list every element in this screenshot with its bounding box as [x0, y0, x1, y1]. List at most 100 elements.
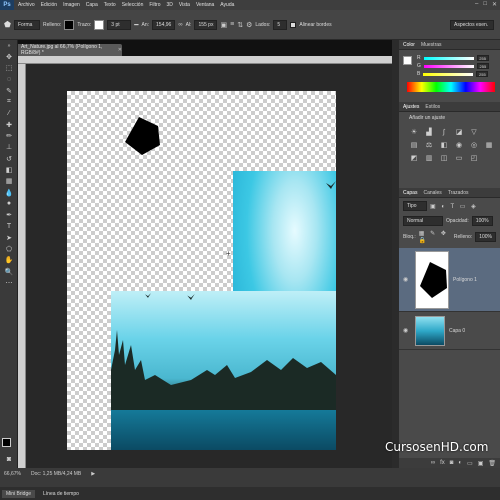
lock-icons[interactable]: ▦ ✎ ✥ 🔒 [419, 230, 451, 244]
exposure-icon[interactable]: ◪ [454, 127, 464, 137]
eraser-tool-icon[interactable]: ◧ [0, 164, 18, 175]
gear-icon[interactable]: ⚙ [246, 21, 252, 29]
link-icon[interactable]: ∞ [178, 22, 182, 28]
menu-ventana[interactable]: Ventana [196, 2, 214, 8]
tab-mini-bridge[interactable]: Mini Bridge [2, 489, 36, 498]
fill-swatch[interactable] [64, 19, 75, 30]
menu-imagen[interactable]: Imagen [63, 2, 80, 8]
vibrance-icon[interactable]: ▽ [469, 127, 479, 137]
blend-mode-select[interactable]: Normal [403, 216, 443, 226]
path-ops-icon[interactable]: ▣ [220, 21, 227, 29]
mode-select[interactable]: Forma [13, 19, 40, 30]
posterize-icon[interactable]: ▥ [424, 153, 434, 163]
align-edges-checkbox[interactable] [290, 21, 297, 28]
gradient-map-icon[interactable]: ▭ [454, 153, 464, 163]
eyedropper-icon[interactable]: ⁄ [0, 108, 18, 119]
dodge-tool-icon[interactable]: ● [0, 198, 18, 209]
black-white-icon[interactable]: ◧ [439, 140, 449, 150]
layer-name[interactable]: Polígono 1 [453, 277, 477, 283]
color-spectrum[interactable] [407, 82, 495, 92]
fg-swatch[interactable] [403, 56, 412, 65]
pen-tool-icon[interactable]: ✒ [0, 209, 18, 220]
red-slider[interactable] [423, 56, 474, 60]
fill-field[interactable]: 100% [475, 232, 496, 242]
brush-tool-icon[interactable]: ✏ [0, 130, 18, 141]
maximize-icon[interactable]: □ [483, 1, 487, 8]
blue-value[interactable]: 255 [476, 71, 489, 77]
menu-3d[interactable]: 3D [167, 2, 173, 8]
blue-slider[interactable] [423, 72, 474, 76]
width-field[interactable]: 154,96 [152, 19, 176, 30]
crop-tool-icon[interactable]: ⌗ [0, 96, 18, 107]
menu-filtro[interactable]: Filtro [149, 2, 160, 8]
tab-ajustes[interactable]: Ajustes [403, 104, 419, 110]
layer-name[interactable]: Capa 0 [449, 328, 465, 334]
channel-mixer-icon[interactable]: ◎ [469, 140, 479, 150]
lasso-tool-icon[interactable]: ◌ [0, 74, 18, 85]
document-canvas[interactable]: + [67, 91, 336, 450]
trash-icon[interactable]: 🗑 [488, 460, 496, 467]
red-value[interactable]: 255 [476, 55, 489, 61]
document-tab[interactable]: Art_Nature.jpg al 66,7% (Polígono 1, RGB… [18, 44, 122, 56]
stroke-type-icon[interactable]: ━ [134, 21, 138, 29]
clone-stamp-icon[interactable]: ⊥ [0, 142, 18, 153]
brightness-icon[interactable]: ☀ [409, 127, 419, 137]
zoom-level[interactable]: 66,67% [4, 471, 21, 477]
eye-icon[interactable]: ◉ [403, 327, 411, 334]
menu-texto[interactable]: Texto [104, 2, 116, 8]
zoom-tool-icon[interactable]: 🔍 [0, 266, 18, 277]
history-brush-icon[interactable]: ↺ [0, 153, 18, 164]
tab-capas[interactable]: Capas [403, 190, 417, 196]
quick-mask-icon[interactable]: ◙ [0, 454, 18, 465]
path-select-icon[interactable]: ➤ [0, 232, 18, 243]
shape-tool-icon[interactable]: ⬠ [0, 243, 18, 254]
hue-saturation-icon[interactable]: ▤ [409, 140, 419, 150]
collapse-icon[interactable]: » [0, 40, 18, 51]
tab-timeline[interactable]: Línea de tiempo [39, 490, 83, 498]
menu-ayuda[interactable]: Ayuda [220, 2, 234, 8]
minimize-icon[interactable]: – [475, 1, 478, 8]
marquee-tool-icon[interactable]: ⬚ [0, 63, 18, 74]
photo-filter-icon[interactable]: ◉ [454, 140, 464, 150]
mask-icon[interactable]: ◙ [450, 460, 454, 466]
shape-tool-icon[interactable]: ⬟ [4, 20, 11, 29]
group-icon[interactable]: ▭ [467, 460, 473, 467]
fx-icon[interactable]: fx [440, 460, 445, 466]
gradient-tool-icon[interactable]: ▦ [0, 176, 18, 187]
green-value[interactable]: 255 [476, 63, 489, 69]
eye-icon[interactable]: ◉ [403, 276, 411, 283]
type-tool-icon[interactable]: T [0, 221, 18, 232]
curves-icon[interactable]: ∫ [439, 127, 449, 137]
invert-icon[interactable]: ◩ [409, 153, 419, 163]
color-balance-icon[interactable]: ⚖ [424, 140, 434, 150]
adjustment-layer-icon[interactable]: ◐ [458, 460, 462, 466]
path-arrange-icon[interactable]: ⇅ [237, 21, 243, 29]
menu-capa[interactable]: Capa [86, 2, 98, 8]
color-lookup-icon[interactable]: ▦ [484, 140, 494, 150]
menu-vista[interactable]: Vista [179, 2, 190, 8]
sides-field[interactable]: 5 [273, 19, 288, 30]
selective-color-icon[interactable]: ◰ [469, 153, 479, 163]
status-arrow-icon[interactable]: ▶ [91, 471, 95, 477]
menu-archivo[interactable]: Archivo [18, 2, 35, 8]
polygon-shape[interactable] [123, 117, 163, 157]
levels-icon[interactable]: ▟ [424, 127, 434, 137]
quick-select-icon[interactable]: ✎ [0, 85, 18, 96]
layer-row[interactable]: ◉ Polígono 1 [399, 248, 500, 312]
blur-tool-icon[interactable]: 💧 [0, 187, 18, 198]
healing-brush-icon[interactable]: ✚ [0, 119, 18, 130]
tab-canales[interactable]: Canales [423, 190, 441, 196]
close-icon[interactable]: ✕ [492, 1, 497, 8]
new-layer-icon[interactable]: ▣ [478, 460, 484, 467]
more-tools-icon[interactable]: ⋯ [0, 277, 18, 288]
tab-muestras[interactable]: Muestras [421, 42, 442, 48]
threshold-icon[interactable]: ◫ [439, 153, 449, 163]
tab-color[interactable]: Color [403, 42, 415, 48]
layer-row[interactable]: ◉ Capa 0 [399, 312, 500, 350]
tab-estilos[interactable]: Estilos [425, 104, 440, 110]
stroke-width-field[interactable]: 3 pt [107, 19, 132, 30]
panel-collapse-strip[interactable] [392, 40, 399, 468]
hand-tool-icon[interactable]: ✋ [0, 255, 18, 266]
foreground-color-swatch[interactable] [2, 438, 11, 447]
opacity-field[interactable]: 100% [471, 216, 493, 226]
